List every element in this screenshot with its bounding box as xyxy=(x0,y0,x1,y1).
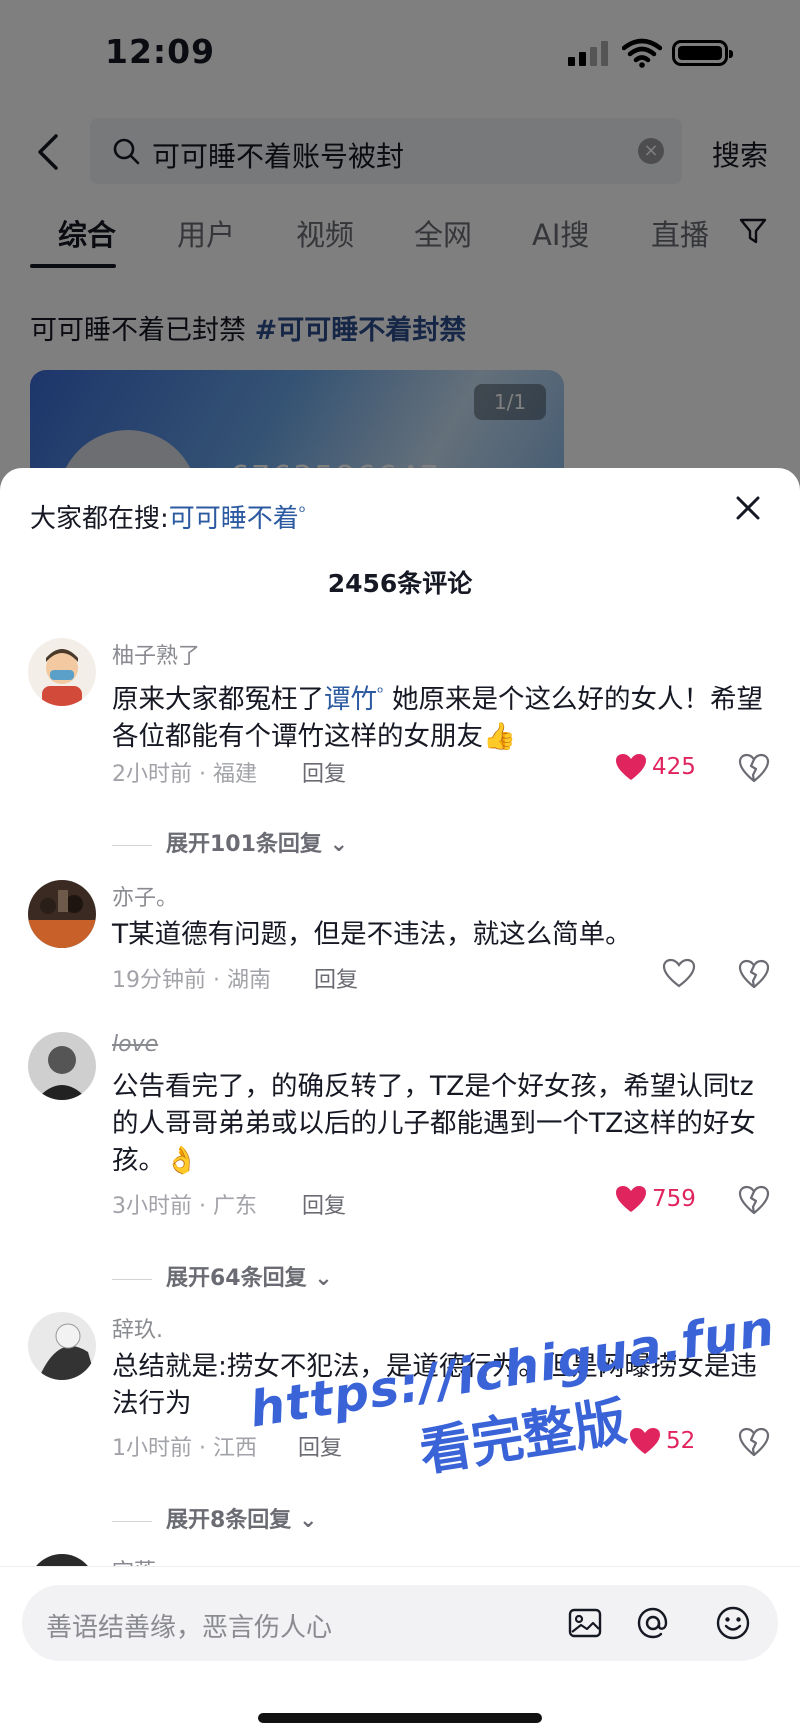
home-indicator[interactable] xyxy=(258,1713,542,1723)
reply-button[interactable]: 回复 xyxy=(302,1188,346,1220)
like-count: 425 xyxy=(652,754,696,780)
dislike-icon[interactable] xyxy=(738,752,770,784)
chevron-down-icon: ⌄ xyxy=(291,1508,318,1533)
comment-input-placeholder: 善语结善缘，恶言伤人心 xyxy=(46,1613,333,1643)
comment-text: 公告看完了，的确反转了，TZ是个好女孩，希望认同tz的人哥哥弟弟或以后的儿子都能… xyxy=(112,1071,756,1176)
at-icon[interactable] xyxy=(634,1604,672,1642)
heart-icon[interactable] xyxy=(662,958,696,988)
comment-meta: 19分钟前 · 湖南 xyxy=(112,968,271,993)
heart-icon[interactable] xyxy=(614,1184,648,1214)
search-icon: ᵒ xyxy=(298,502,306,523)
chevron-down-icon: ⌄ xyxy=(321,832,349,857)
comment-meta: 3小时前 · 广东 xyxy=(112,1194,257,1219)
divider xyxy=(112,844,152,846)
comment-text: T某道德有问题，但是不违法，就这么简单。 xyxy=(112,919,632,950)
search-results-page: 12:09 可可睡不着账号被封 × 搜索 综合 用户 视频 全网 AI搜 直播 xyxy=(0,0,800,490)
expand-replies[interactable]: 展开64条回复 ⌄ xyxy=(112,1260,333,1292)
expand-replies[interactable]: 展开101条回复 ⌄ xyxy=(112,826,348,858)
comment-username[interactable]: 亦子。 xyxy=(112,880,178,912)
close-icon[interactable] xyxy=(730,490,766,526)
dim-overlay[interactable] xyxy=(0,0,800,480)
comment-keyword-link[interactable]: 谭竹 xyxy=(324,684,377,715)
comment-username[interactable]: 柚子熟了 xyxy=(112,638,200,670)
comment-meta: 2小时前 · 福建 xyxy=(112,762,257,787)
comment-count: 2456条评论 xyxy=(327,569,473,598)
avatar[interactable] xyxy=(28,1312,96,1380)
avatar[interactable] xyxy=(28,638,96,706)
avatar[interactable] xyxy=(28,1032,96,1100)
hot-search-keyword[interactable]: 可可睡不着 xyxy=(169,504,299,534)
comment-username[interactable]: love xyxy=(112,1032,158,1057)
emoji-icon[interactable] xyxy=(714,1604,752,1642)
comment-input[interactable]: 善语结善缘，恶言伤人心 xyxy=(22,1585,778,1661)
dislike-icon[interactable] xyxy=(738,1184,770,1216)
divider xyxy=(112,1278,152,1280)
comment-sheet: 大家都在搜:可可睡不着ᵒ 2456条评论 柚子熟了 原来大家都冤枉了谭竹ᵒ 她原… xyxy=(0,468,800,1736)
like-count: 759 xyxy=(652,1186,696,1212)
hot-search-banner[interactable]: 大家都在搜:可可睡不着ᵒ xyxy=(30,498,306,535)
heart-icon[interactable] xyxy=(614,752,648,782)
hot-search-prefix: 大家都在搜: xyxy=(30,504,169,534)
comment-username[interactable]: 辞玖. xyxy=(112,1312,163,1344)
comment-text-part: 原来大家都冤枉了 xyxy=(112,683,324,715)
chevron-down-icon: ⌄ xyxy=(306,1266,333,1291)
comment-input-bar: 善语结善缘，恶言伤人心 xyxy=(0,1566,800,1736)
reply-button[interactable]: 回复 xyxy=(314,962,358,994)
reply-button[interactable]: 回复 xyxy=(302,756,346,788)
dislike-icon[interactable] xyxy=(738,958,770,990)
expand-replies-label: 展开64条回复 xyxy=(166,1266,307,1291)
image-icon[interactable] xyxy=(566,1604,604,1642)
divider xyxy=(112,1520,152,1522)
expand-replies-label: 展开101条回复 xyxy=(166,832,322,857)
comment-meta: 1小时前 · 江西 xyxy=(112,1436,257,1461)
expand-replies-label: 展开8条回复 xyxy=(166,1508,292,1533)
search-icon: ᵒ xyxy=(377,683,384,702)
comment-text: 原来大家都冤枉了谭竹ᵒ 她原来是个这么好的女人！希望各位都能有个谭竹这样的女朋友… xyxy=(112,674,772,755)
avatar[interactable] xyxy=(28,880,96,948)
